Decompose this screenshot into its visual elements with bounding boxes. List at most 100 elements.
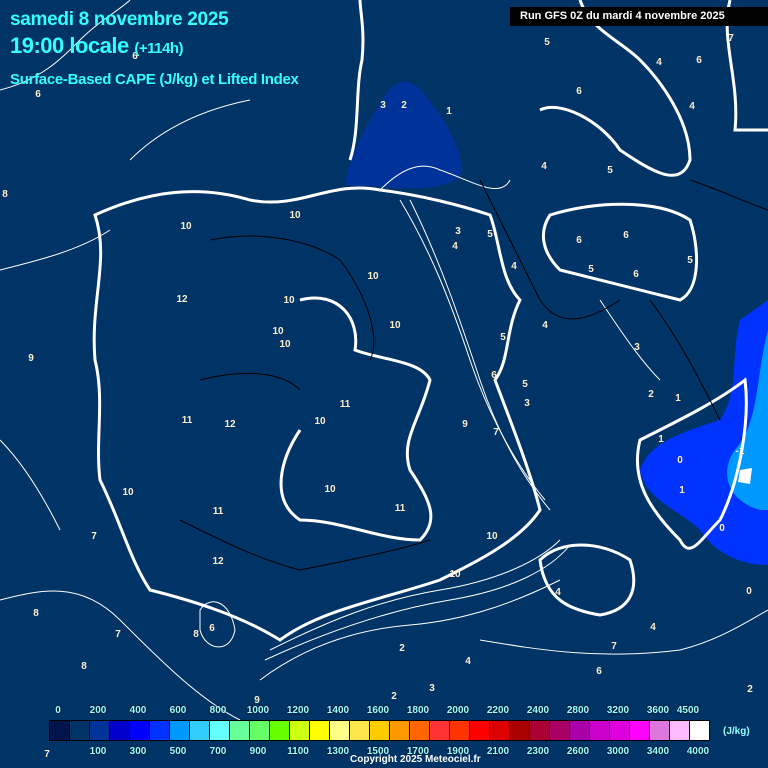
li-label: 6: [696, 55, 702, 66]
scale-swatch: [370, 721, 390, 740]
li-label: 7: [91, 531, 97, 542]
li-label: 2: [401, 100, 407, 111]
scale-swatch: [250, 721, 270, 740]
li-label: 12: [212, 556, 224, 567]
scale-label-top: 1600: [366, 705, 390, 716]
scale-label-top: 2000: [446, 705, 470, 716]
scale-swatch: [530, 721, 550, 740]
scale-swatch: [270, 721, 290, 740]
li-label: 10: [283, 295, 295, 306]
scale-swatch: [570, 721, 590, 740]
li-label: 11: [213, 506, 224, 517]
scale-swatch: [310, 721, 330, 740]
li-label: 5: [500, 332, 506, 343]
li-label: 6: [209, 623, 215, 634]
li-label: 10: [289, 210, 301, 221]
li-label: 5: [487, 229, 493, 240]
scale-swatch: [510, 721, 530, 740]
scale-label-top: 2800: [566, 705, 590, 716]
li-label: 7: [611, 641, 617, 652]
forecast-time: 19:00 locale (+114h): [10, 33, 183, 59]
li-label: 9: [28, 353, 34, 364]
copyright: Copyright 2025 Meteociel.fr: [350, 754, 481, 765]
scale-label-bottom: 2300: [526, 746, 550, 757]
li-label: 1: [679, 485, 685, 496]
li-label: 10: [449, 569, 461, 580]
scale-swatch: [70, 721, 90, 740]
li-label: 6: [623, 230, 629, 241]
scale-label-bottom: 300: [129, 746, 147, 757]
scale-swatch: [190, 721, 210, 740]
scale-swatch: [50, 721, 70, 740]
li-label: 7: [728, 33, 734, 44]
scale-swatch: [110, 721, 130, 740]
li-label: -1: [736, 446, 745, 457]
li-label: 5: [607, 165, 613, 176]
scale-swatch: [290, 721, 310, 740]
scale-label-bottom: 700: [209, 746, 227, 757]
li-label: 8: [81, 661, 87, 672]
scale-label-bottom: 4000: [686, 746, 710, 757]
li-label: 1: [446, 106, 452, 117]
scale-swatch: [550, 721, 570, 740]
scale-label-top: 3600: [646, 705, 670, 716]
scale-label-top: 4500: [676, 705, 700, 716]
li-label: 4: [542, 320, 548, 331]
li-label: 10: [486, 531, 498, 542]
scale-label-top: 200: [89, 705, 107, 716]
li-label: 5: [522, 379, 528, 390]
scale-swatch: [650, 721, 670, 740]
run-info: Run GFS 0Z du mardi 4 novembre 2025: [510, 7, 768, 26]
scale-swatch: [170, 721, 190, 740]
li-label: 4: [452, 241, 458, 252]
scale-label-top: 1000: [246, 705, 270, 716]
scale-label-top: 600: [169, 705, 187, 716]
li-label: 6: [35, 89, 41, 100]
li-label: 12: [224, 419, 236, 430]
scale-swatch: [150, 721, 170, 740]
scale-swatch: [130, 721, 150, 740]
li-label: 4: [465, 656, 471, 667]
li-label: 8: [33, 608, 39, 619]
scale-label-top: 0: [55, 705, 61, 716]
li-label: 0: [719, 523, 725, 534]
scale-label-top: 1800: [406, 705, 430, 716]
scale-swatch: [450, 721, 470, 740]
li-label: 2: [399, 643, 405, 654]
li-label: 3: [634, 342, 640, 353]
li-label: 10: [367, 271, 379, 282]
scale-swatch: [590, 721, 610, 740]
li-label: 4: [689, 101, 695, 112]
li-label: 6: [633, 269, 639, 280]
li-label: 2: [391, 691, 397, 702]
scale-label-bottom: 1100: [287, 746, 309, 757]
li-label: 8: [193, 629, 199, 640]
li-label: 9: [462, 419, 468, 430]
li-label: 11: [395, 503, 406, 514]
li-label: 11: [182, 415, 193, 426]
li-label: 11: [340, 399, 351, 410]
li-label: 8: [2, 189, 8, 200]
scale-swatch: [390, 721, 410, 740]
forecast-lead: (+114h): [134, 40, 183, 57]
scale-swatch: [670, 721, 690, 740]
li-label: 10: [279, 339, 291, 350]
scale-label-top: 800: [209, 705, 227, 716]
li-label: 3: [455, 226, 461, 237]
scale-label-top: 3200: [606, 705, 630, 716]
li-label: 6: [576, 235, 582, 246]
li-label: 4: [555, 587, 561, 598]
scale-label-top: 2400: [526, 705, 550, 716]
scale-label-top: 1200: [286, 705, 310, 716]
li-label: 0: [677, 455, 683, 466]
li-label: 3: [380, 100, 386, 111]
li-label: 5: [687, 255, 693, 266]
li-label: 10: [324, 484, 336, 495]
cape-color-scale: [49, 720, 710, 741]
scale-label-bottom: 2100: [486, 746, 510, 757]
li-label: 1: [658, 434, 664, 445]
scale-label-bottom: 100: [89, 746, 107, 757]
scale-swatch: [690, 721, 709, 740]
li-label: 3: [429, 683, 435, 694]
li-label: 4: [511, 261, 517, 272]
